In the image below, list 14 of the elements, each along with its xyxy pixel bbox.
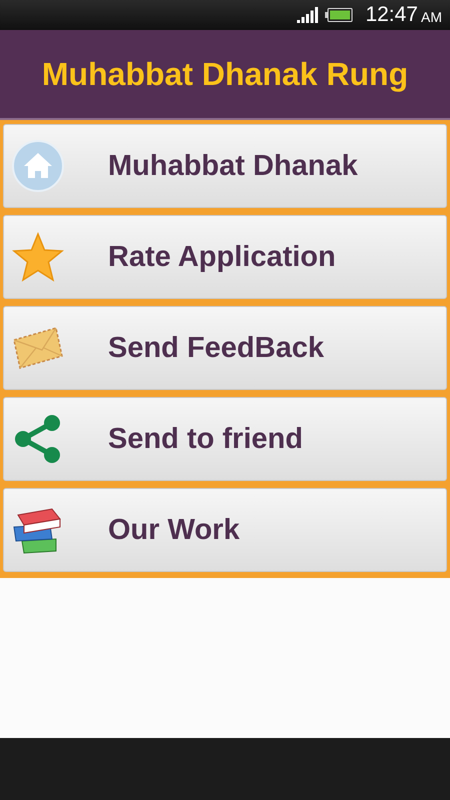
signal-icon — [297, 7, 320, 23]
home-icon — [12, 140, 64, 192]
share-icon — [12, 414, 62, 464]
menu-item[interactable]: Send FeedBack — [3, 306, 447, 390]
battery-icon — [325, 8, 354, 22]
envelope-icon — [12, 326, 64, 370]
menu-item[interactable]: Our Work — [3, 488, 447, 572]
star-icon — [12, 232, 64, 282]
menu-item[interactable]: Muhabbat Dhanak — [3, 124, 447, 208]
menu-item[interactable]: Send to friend — [3, 397, 447, 481]
clock-meridiem: AM — [421, 9, 442, 25]
menu-item[interactable]: Rate Application — [3, 215, 447, 299]
app-title: Muhabbat Dhanak Rung — [42, 56, 408, 92]
clock-time: 12:47 — [365, 3, 418, 27]
